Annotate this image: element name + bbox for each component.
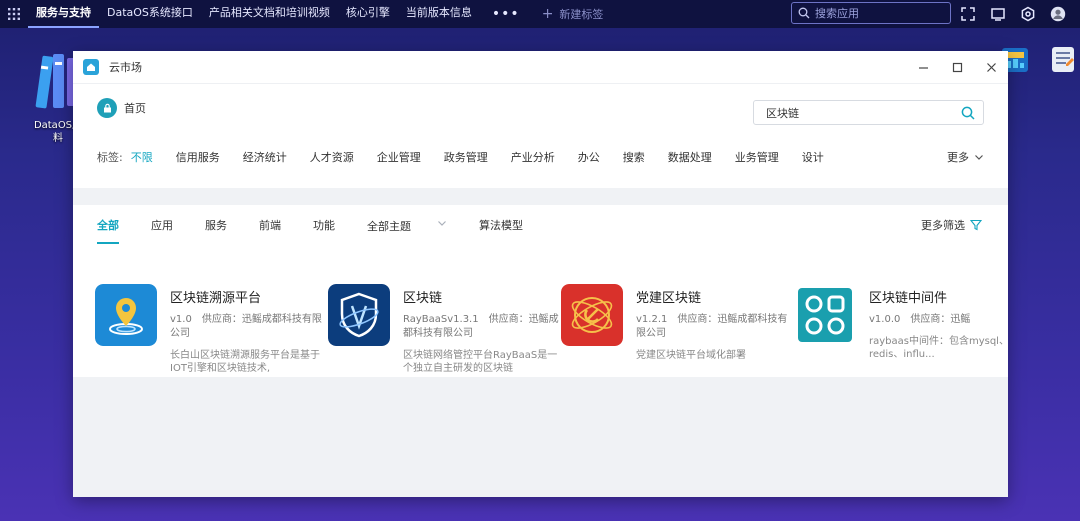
tag-item[interactable]: 信用服务	[176, 149, 220, 165]
window-controls	[906, 51, 1008, 84]
cloud-market-window: 云市场 首页 区块链 标签: 不限 信用服务 经济统计 人才资源 企业管理 政务…	[73, 51, 1009, 497]
shield-chain-icon	[328, 284, 390, 346]
app-search-input[interactable]: 搜索应用	[791, 2, 951, 24]
app-grid-icon[interactable]	[0, 0, 28, 28]
settings-icon[interactable]	[1020, 6, 1036, 22]
product-card[interactable]: 区块链中间件 v1.0.0 供应商：迅鳐 raybaas中间件：包含mysql、r…	[794, 284, 1027, 375]
chevron-down-icon	[438, 221, 446, 226]
chevron-down-icon	[975, 155, 983, 160]
filter-icon	[970, 219, 982, 231]
desktop-right-apps	[1000, 44, 1078, 74]
product-name: 党建区块链	[636, 291, 702, 306]
product-supplier: 供应商：迅鳐成都科技有限公司	[170, 314, 322, 339]
product-description: 党建区块链平台域化部署	[636, 350, 746, 361]
product-description: 区块链网络管控平台RayBaaS是一个独立自主研发的区块链	[403, 350, 558, 374]
tag-item[interactable]: 不限	[131, 149, 153, 165]
search-icon[interactable]	[961, 106, 975, 120]
home-icon	[97, 98, 117, 118]
product-name: 区块链溯源平台	[170, 291, 262, 306]
filter-algorithm[interactable]: 算法模型	[479, 217, 523, 244]
home-link[interactable]: 首页	[97, 98, 146, 118]
more-filter-button[interactable]: 更多筛选	[921, 217, 982, 233]
tag-item[interactable]: 办公	[578, 149, 600, 165]
product-supplier: 供应商：迅鳐	[910, 314, 971, 325]
new-tab-label: 新建标签	[559, 8, 604, 21]
search-icon	[798, 7, 810, 19]
tag-item[interactable]: 设计	[802, 149, 824, 165]
product-name: 区块链中间件	[869, 291, 948, 306]
tag-item[interactable]: 政务管理	[444, 149, 488, 165]
tag-item[interactable]: 搜索	[623, 149, 645, 165]
fullscreen-icon[interactable]	[960, 6, 976, 22]
maximize-button[interactable]	[940, 51, 974, 84]
avatar-icon[interactable]	[1050, 6, 1066, 22]
tag-item[interactable]: 数据处理	[668, 149, 712, 165]
product-version: RayBaaSv1.3.1	[403, 314, 479, 325]
product-description: raybaas中间件：包含mysql、redis、influ...	[869, 336, 1009, 360]
minimize-icon	[918, 66, 928, 69]
tab-dataos-interface[interactable]: DataOS系统接口	[99, 0, 201, 28]
cloud-market-app-icon	[83, 59, 99, 75]
more-tabs-button[interactable]: •••	[480, 2, 532, 26]
tab-product-docs[interactable]: 产品相关文档和培训视频	[201, 0, 338, 28]
new-tab-button[interactable]: + 新建标签	[532, 6, 604, 22]
more-tags-label: 更多	[947, 151, 969, 164]
topic-select-value: 全部主题	[367, 220, 411, 233]
tag-item[interactable]: 产业分析	[511, 149, 555, 165]
party-emblem-icon	[561, 284, 623, 346]
market-search-input[interactable]: 区块链	[753, 100, 984, 125]
minimize-button[interactable]	[906, 51, 940, 84]
product-description: 长白山区块链溯源服务平台是基于IOT引擎和区块链技术,	[170, 350, 320, 374]
plus-icon: +	[541, 6, 554, 22]
more-filter-label: 更多筛选	[921, 219, 965, 232]
filter-function[interactable]: 功能	[313, 217, 335, 244]
tag-item[interactable]: 企业管理	[377, 149, 421, 165]
product-card[interactable]: 区块链溯源平台 v1.0 供应商：迅鳐成都科技有限公司 长白山区块链溯源服务平台是…	[95, 284, 328, 375]
tag-item[interactable]: 人才资源	[310, 149, 354, 165]
window-title: 云市场	[109, 61, 142, 74]
product-card[interactable]: 党建区块链 v1.2.1 供应商：迅鳐成都科技有限公司 党建区块链平台域化部署	[561, 284, 794, 375]
tag-filter-row: 标签: 不限 信用服务 经济统计 人才资源 企业管理 政务管理 产业分析 办公 …	[97, 149, 847, 165]
product-card[interactable]: 区块链 RayBaaSv1.3.1 供应商：迅鳐成都科技有限公司 区块链网络管控平…	[328, 284, 561, 375]
product-version: v1.0	[170, 314, 192, 325]
app-search-placeholder: 搜索应用	[815, 7, 859, 20]
filter-app[interactable]: 应用	[151, 217, 173, 244]
notes-app-icon[interactable]	[1048, 44, 1078, 74]
window-titlebar: 云市场	[73, 51, 1008, 84]
taskbar: 服务与支持 DataOS系统接口 产品相关文档和培训视频 核心引擎 当前版本信息…	[0, 0, 1080, 28]
product-card-list: 区块链溯源平台 v1.0 供应商：迅鳐成都科技有限公司 长白山区块链溯源服务平台是…	[95, 284, 1027, 375]
filter-all[interactable]: 全部	[97, 217, 119, 244]
tab-core-engine[interactable]: 核心引擎	[338, 0, 398, 28]
type-filter-row: 全部 应用 服务 前端 功能 全部主题 算法模型	[97, 217, 555, 244]
filter-frontend[interactable]: 前端	[259, 217, 281, 244]
tags-label: 标签:	[97, 151, 123, 164]
tag-item[interactable]: 经济统计	[243, 149, 287, 165]
topic-select[interactable]: 全部主题	[367, 218, 447, 243]
tag-item[interactable]: 业务管理	[735, 149, 779, 165]
middleware-icon	[798, 288, 852, 342]
product-version: v1.0.0	[869, 314, 901, 325]
filter-service[interactable]: 服务	[205, 217, 227, 244]
results-panel: 全部 应用 服务 前端 功能 全部主题 算法模型 更多筛选 区块链溯源平台 v1…	[73, 205, 1009, 377]
product-name: 区块链	[403, 291, 443, 306]
taskbar-tools	[960, 0, 1066, 28]
maximize-icon	[952, 62, 962, 72]
tab-service-support[interactable]: 服务与支持	[28, 0, 99, 28]
monitor-icon[interactable]	[990, 6, 1006, 22]
taskbar-tabs: 服务与支持 DataOS系统接口 产品相关文档和培训视频 核心引擎 当前版本信息	[28, 0, 480, 28]
more-tags-button[interactable]: 更多	[947, 149, 984, 165]
tab-version-info[interactable]: 当前版本信息	[398, 0, 480, 28]
home-label: 首页	[124, 102, 146, 115]
product-version: v1.2.1	[636, 314, 668, 325]
close-icon	[986, 62, 996, 72]
close-button[interactable]	[974, 51, 1008, 84]
location-pin-icon	[95, 284, 157, 346]
search-value: 区块链	[766, 106, 799, 120]
